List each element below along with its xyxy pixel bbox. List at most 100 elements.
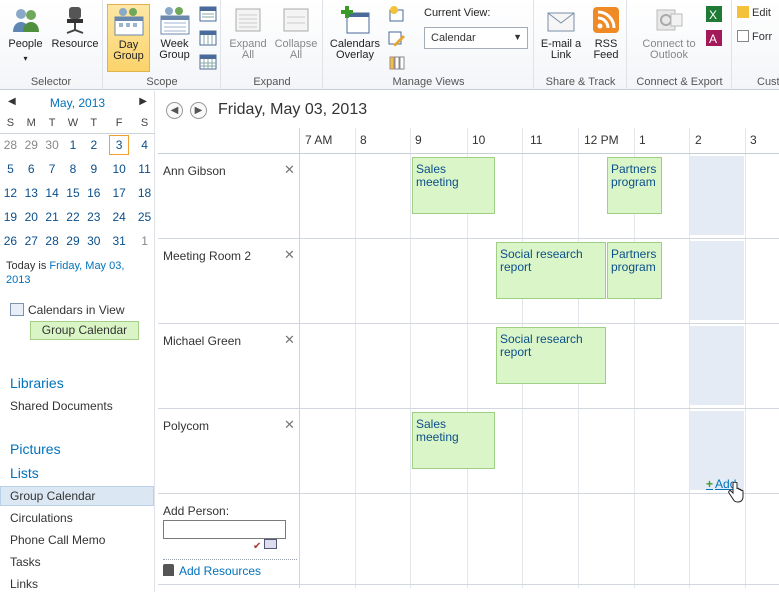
- email-link-button[interactable]: E-mail a Link: [538, 4, 584, 72]
- next-day-icon[interactable]: ▶: [190, 102, 207, 119]
- remove-person-icon[interactable]: ✕: [284, 332, 295, 348]
- calendar-day[interactable]: 21: [42, 205, 63, 229]
- calendar-day[interactable]: 15: [63, 181, 84, 205]
- group-calendar-chip[interactable]: Group Calendar: [30, 321, 139, 340]
- calendar-event[interactable]: Partners program: [607, 157, 662, 214]
- calendar-day[interactable]: 16: [83, 181, 104, 205]
- calendar-day[interactable]: 13: [21, 181, 42, 205]
- modify-view-icon[interactable]: [388, 29, 406, 47]
- expand-all-button[interactable]: Expand All: [225, 4, 271, 72]
- browse-address-book-icon[interactable]: [264, 539, 278, 549]
- calendar-day[interactable]: 26: [0, 229, 21, 253]
- calendar-event[interactable]: Partners program: [607, 242, 662, 299]
- calendar-event[interactable]: Social research report: [496, 242, 606, 299]
- calendar-day[interactable]: 31: [104, 229, 134, 253]
- calendars-overlay-button[interactable]: Calendars Overlay: [327, 4, 383, 72]
- add-person-input[interactable]: [163, 520, 286, 539]
- people-picker-icons: ✔: [253, 539, 278, 552]
- connect-outlook-label-2: Outlook: [650, 49, 688, 61]
- previous-day-icon[interactable]: ◀: [166, 102, 183, 119]
- remove-person-icon[interactable]: ✕: [284, 247, 295, 263]
- edit-button[interactable]: Edit: [737, 6, 771, 19]
- calendar-day[interactable]: 27: [21, 229, 42, 253]
- calendar-day[interactable]: 7: [42, 157, 63, 181]
- nav-item-tasks[interactable]: Tasks: [10, 555, 41, 569]
- dropdown-arrow-icon: ▾: [23, 54, 28, 63]
- calendar-day[interactable]: 30: [42, 133, 63, 157]
- nav-heading-pictures[interactable]: Pictures: [10, 441, 61, 457]
- excel-icon[interactable]: X: [705, 5, 723, 23]
- calendar-day[interactable]: 9: [83, 157, 104, 181]
- hour-label: 7 AM: [305, 133, 333, 147]
- calendar-day[interactable]: 14: [42, 181, 63, 205]
- connect-outlook-button[interactable]: Connect to Outlook: [636, 4, 702, 72]
- available-slot[interactable]: [690, 241, 744, 320]
- nav-item-shared-documents[interactable]: Shared Documents: [10, 399, 113, 413]
- check-names-icon[interactable]: ✔: [253, 541, 261, 552]
- calendar-day[interactable]: 23: [83, 205, 104, 229]
- calendar-event[interactable]: Sales meeting: [412, 412, 495, 469]
- day-view-icon[interactable]: [199, 5, 217, 23]
- people-label: People: [8, 38, 43, 50]
- edit-icon: [737, 6, 749, 18]
- calendar-day[interactable]: 25: [134, 205, 155, 229]
- collapse-all-button[interactable]: Collapse All: [272, 4, 320, 72]
- calendar-day[interactable]: 20: [21, 205, 42, 229]
- calendar-day[interactable]: 2: [83, 133, 104, 157]
- calendar-day[interactable]: 10: [104, 157, 134, 181]
- day-group-button[interactable]: Day Group: [107, 4, 150, 72]
- nav-heading-libraries[interactable]: Libraries: [10, 375, 64, 391]
- current-view-select[interactable]: Calendar ▼: [424, 27, 528, 49]
- calendar-day[interactable]: 24: [104, 205, 134, 229]
- calendar-day[interactable]: 29: [21, 133, 42, 157]
- nav-item-links[interactable]: Links: [10, 577, 38, 591]
- row-divider: [158, 238, 779, 239]
- today-year[interactable]: 2013: [6, 274, 30, 286]
- calendars-overlay-icon: [341, 6, 370, 34]
- form-button[interactable]: Forr: [737, 30, 772, 43]
- calendar-day[interactable]: 1: [134, 229, 155, 253]
- remove-person-icon[interactable]: ✕: [284, 162, 295, 178]
- nav-item-phone-call-memo[interactable]: Phone Call Memo: [10, 533, 105, 547]
- rss-feed-button[interactable]: RSS Feed: [587, 4, 625, 72]
- next-month-icon[interactable]: ▶: [139, 96, 147, 107]
- create-view-icon[interactable]: [388, 5, 406, 23]
- resource-button[interactable]: Resource: [50, 4, 100, 72]
- calendar-day[interactable]: 28: [42, 229, 63, 253]
- group-calendar-grid: 7 AM 8 9 10 11 12 PM 1 2 3 Ann Gibson ✕ …: [158, 128, 779, 588]
- week-view-icon[interactable]: [199, 29, 217, 47]
- calendar-day[interactable]: 4: [134, 133, 155, 157]
- calendar-day[interactable]: 11: [134, 157, 155, 181]
- view-columns-icon[interactable]: [388, 53, 406, 71]
- calendar-day[interactable]: 12: [0, 181, 21, 205]
- calendar-day[interactable]: 29: [63, 229, 84, 253]
- calendar-day[interactable]: 30: [83, 229, 104, 253]
- calendar-day[interactable]: 22: [63, 205, 84, 229]
- calendar-day-today[interactable]: 3: [104, 133, 134, 157]
- calendar-day[interactable]: 1: [63, 133, 84, 157]
- nav-item-group-calendar[interactable]: Group Calendar: [10, 489, 95, 503]
- today-link[interactable]: Friday, May 03,: [49, 260, 124, 272]
- calendar-day[interactable]: 6: [21, 157, 42, 181]
- nav-heading-lists[interactable]: Lists: [10, 465, 39, 481]
- people-button[interactable]: People ▾: [3, 4, 48, 72]
- remove-person-icon[interactable]: ✕: [284, 417, 295, 433]
- dropdown-arrow-icon: ▼: [513, 32, 522, 42]
- calendar-day[interactable]: 17: [104, 181, 134, 205]
- month-view-icon[interactable]: [199, 53, 217, 71]
- available-slot[interactable]: [690, 326, 744, 405]
- calendar-day[interactable]: 28: [0, 133, 21, 157]
- calendar-event[interactable]: Social research report: [496, 327, 606, 384]
- mini-calendar-title[interactable]: May, 2013: [0, 96, 155, 110]
- week-group-button[interactable]: Week Group: [153, 4, 196, 72]
- weekday: S: [134, 113, 155, 134]
- calendar-day[interactable]: 8: [63, 157, 84, 181]
- calendar-day[interactable]: 18: [134, 181, 155, 205]
- access-icon[interactable]: A: [705, 29, 723, 47]
- available-slot[interactable]: [690, 156, 744, 235]
- calendar-event[interactable]: Sales meeting: [412, 157, 495, 214]
- calendar-day[interactable]: 19: [0, 205, 21, 229]
- nav-item-circulations[interactable]: Circulations: [10, 511, 73, 525]
- add-resources-link[interactable]: Add Resources: [163, 564, 261, 578]
- calendar-day[interactable]: 5: [0, 157, 21, 181]
